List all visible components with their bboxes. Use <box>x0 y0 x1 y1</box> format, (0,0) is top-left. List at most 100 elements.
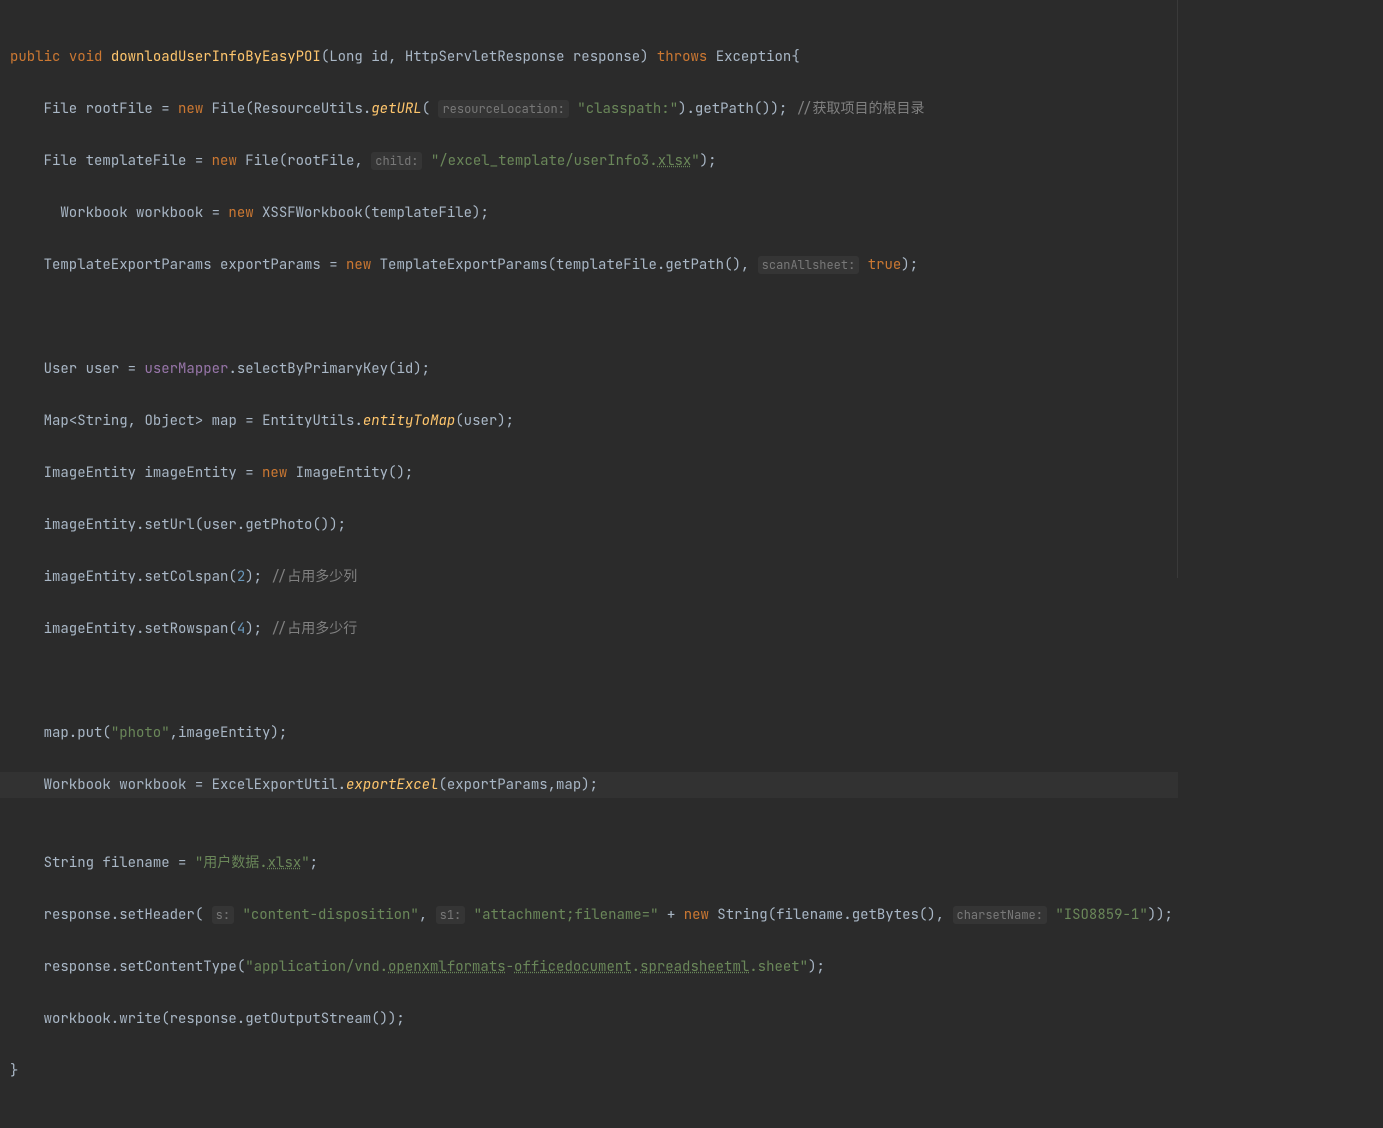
number-literal: 2 <box>237 568 245 586</box>
string-literal: "ISO8859-1" <box>1055 906 1147 924</box>
method-call: selectByPrimaryKey <box>237 360 388 378</box>
type: Workbook <box>60 204 127 222</box>
code-line: ImageEntity imageEntity = new ImageEntit… <box>10 460 1373 486</box>
type: TemplateExportParams <box>44 256 212 274</box>
code-line: } <box>10 1058 1373 1084</box>
param-name: response <box>573 48 640 66</box>
string-literal: "/excel_template/userInfo3.xlsx" <box>431 152 700 170</box>
number-literal: 4 <box>237 620 245 638</box>
class-name: ExcelExportUtil <box>212 776 338 794</box>
variable: workbook <box>136 204 203 222</box>
generic-type: String <box>77 412 127 430</box>
class-name: XSSFWorkbook <box>262 204 363 222</box>
param-hint: scanAllsheet: <box>758 256 860 274</box>
string-literal: "photo" <box>111 724 170 742</box>
code-line: map.put("photo",imageEntity); <box>10 720 1373 746</box>
code-line: Workbook workbook = new XSSFWorkbook(tem… <box>10 200 1373 226</box>
string-literal: "application/vnd.openxmlformats-officedo… <box>245 958 808 976</box>
keyword-new: new <box>228 204 253 222</box>
code-line: TemplateExportParams exportParams = new … <box>10 252 1373 278</box>
keyword-public: public <box>10 48 60 66</box>
keyword-void: void <box>69 48 103 66</box>
method-call: put <box>77 724 102 742</box>
type: ImageEntity <box>44 464 136 482</box>
code-line: imageEntity.setColspan(2); //占用多少列 <box>10 564 1373 590</box>
keyword-throws: throws <box>657 48 707 66</box>
variable: filename <box>102 854 169 872</box>
param-type: Long <box>329 48 363 66</box>
method-call: entityToMap <box>363 412 455 430</box>
code-line: User user = userMapper.selectByPrimaryKe… <box>10 356 1373 382</box>
param-type: HttpServletResponse <box>405 48 565 66</box>
code-line: public void downloadUserInfoByEasyPOI(Lo… <box>10 44 1373 70</box>
exception-type: Exception <box>716 48 792 66</box>
param-hint: child: <box>371 152 422 170</box>
variable: templateFile <box>86 152 187 170</box>
keyword-new: new <box>178 100 203 118</box>
variable: imageEntity <box>144 464 236 482</box>
code-line <box>10 668 1373 694</box>
method-call: getBytes <box>852 906 919 924</box>
method-call: getPhoto <box>245 516 312 534</box>
type: Map <box>44 412 69 430</box>
method-call: setContentType <box>119 958 237 976</box>
method-call: setHeader <box>119 906 195 924</box>
string-literal: "classpath:" <box>577 100 678 118</box>
keyword-new: new <box>346 256 371 274</box>
method-call: getURL <box>371 100 421 118</box>
param-hint: s1: <box>436 906 466 924</box>
method-call: exportExcel <box>346 776 438 794</box>
class-name: ResourceUtils <box>254 100 363 118</box>
comment: //占用多少行 <box>270 620 357 638</box>
variable: map <box>212 412 237 430</box>
method-call: write <box>119 1010 161 1028</box>
class-name: File <box>212 100 246 118</box>
code-line <box>10 798 1373 824</box>
editor-right-margin <box>1177 0 1178 578</box>
code-line: Map<String, Object> map = EntityUtils.en… <box>10 408 1373 434</box>
keyword-true: true <box>868 256 902 274</box>
code-line: workbook.write(response.getOutputStream(… <box>10 1006 1373 1032</box>
param-hint: charsetName: <box>953 906 1047 924</box>
param-hint: resourceLocation: <box>438 100 568 118</box>
method-call: getPath <box>665 256 724 274</box>
code-line: response.setHeader( s: "content-disposit… <box>10 902 1373 928</box>
type: String <box>44 854 94 872</box>
type: User <box>44 360 78 378</box>
class-name: File <box>245 152 279 170</box>
comment: //获取项目的根目录 <box>796 100 925 118</box>
method-call: setColspan <box>144 568 228 586</box>
variable: exportParams <box>220 256 321 274</box>
string-literal: "content-disposition" <box>242 906 418 924</box>
method-name: downloadUserInfoByEasyPOI <box>111 48 321 66</box>
code-line-current: Workbook workbook = ExcelExportUtil.expo… <box>0 772 1178 798</box>
field-ref: userMapper <box>144 360 228 378</box>
code-line <box>10 304 1373 330</box>
comment: //占用多少列 <box>270 568 357 586</box>
keyword-new: new <box>684 906 709 924</box>
method-call: getPath <box>695 100 754 118</box>
variable: user <box>86 360 120 378</box>
code-line: imageEntity.setUrl(user.getPhoto()); <box>10 512 1373 538</box>
class-name: TemplateExportParams <box>380 256 548 274</box>
param-hint: s: <box>212 906 234 924</box>
generic-type: Object <box>144 412 194 430</box>
code-line: String filename = "用户数据.xlsx"; <box>10 850 1373 876</box>
string-literal: "用户数据.xlsx" <box>195 854 310 872</box>
keyword-new: new <box>262 464 287 482</box>
method-call: setUrl <box>144 516 194 534</box>
keyword-new: new <box>212 152 237 170</box>
variable: workbook <box>119 776 186 794</box>
code-line: imageEntity.setRowspan(4); //占用多少行 <box>10 616 1373 642</box>
code-line: File rootFile = new File(ResourceUtils.g… <box>10 96 1373 122</box>
string-literal: "attachment;filename=" <box>474 906 659 924</box>
code-editor[interactable]: public void downloadUserInfoByEasyPOI(Lo… <box>0 0 1383 1128</box>
type: File <box>44 100 78 118</box>
variable: rootFile <box>86 100 153 118</box>
class-name: ImageEntity <box>296 464 388 482</box>
param-name: id <box>371 48 388 66</box>
method-call: setRowspan <box>144 620 228 638</box>
method-call: getOutputStream <box>245 1010 371 1028</box>
code-line: response.setContentType("application/vnd… <box>10 954 1373 980</box>
code-line: File templateFile = new File(rootFile, c… <box>10 148 1373 174</box>
